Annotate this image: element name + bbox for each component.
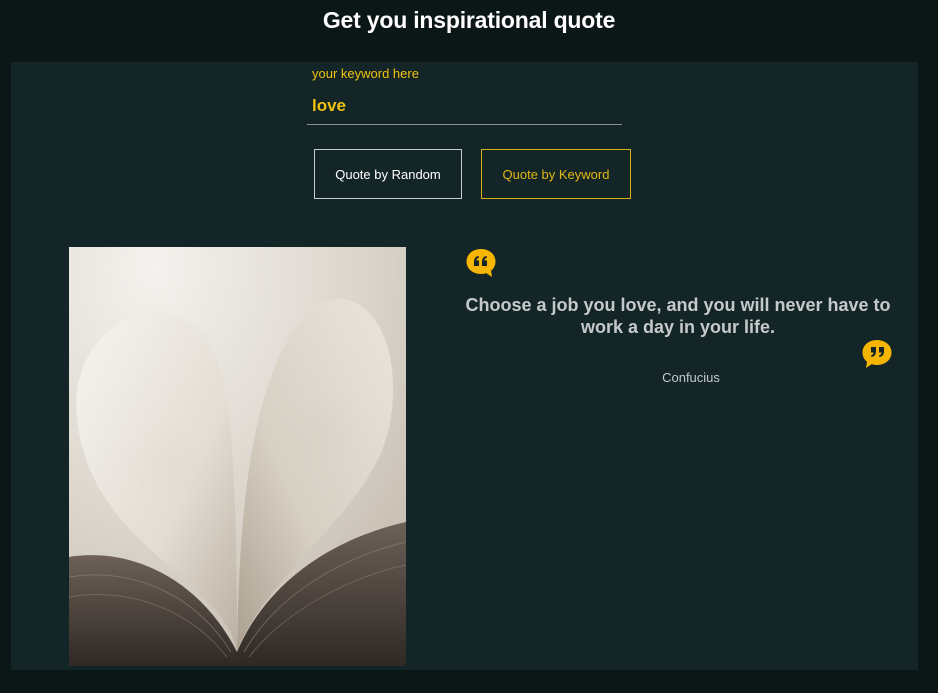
- quote-by-random-button[interactable]: Quote by Random: [314, 149, 462, 199]
- page-title: Get you inspirational quote: [322, 7, 616, 33]
- quote-by-keyword-button[interactable]: Quote by Keyword: [481, 149, 631, 199]
- keyword-input[interactable]: [307, 88, 622, 125]
- quote-image: [69, 247, 406, 666]
- quote-close-icon: [862, 340, 892, 368]
- quote-author: Confucius: [662, 370, 720, 385]
- main-panel: your keyword here Quote by Random Quote …: [11, 62, 918, 670]
- quote-open-icon: [466, 249, 496, 277]
- quote-text: Choose a job you love, and you will neve…: [465, 295, 891, 337]
- keyword-label: your keyword here: [312, 66, 419, 81]
